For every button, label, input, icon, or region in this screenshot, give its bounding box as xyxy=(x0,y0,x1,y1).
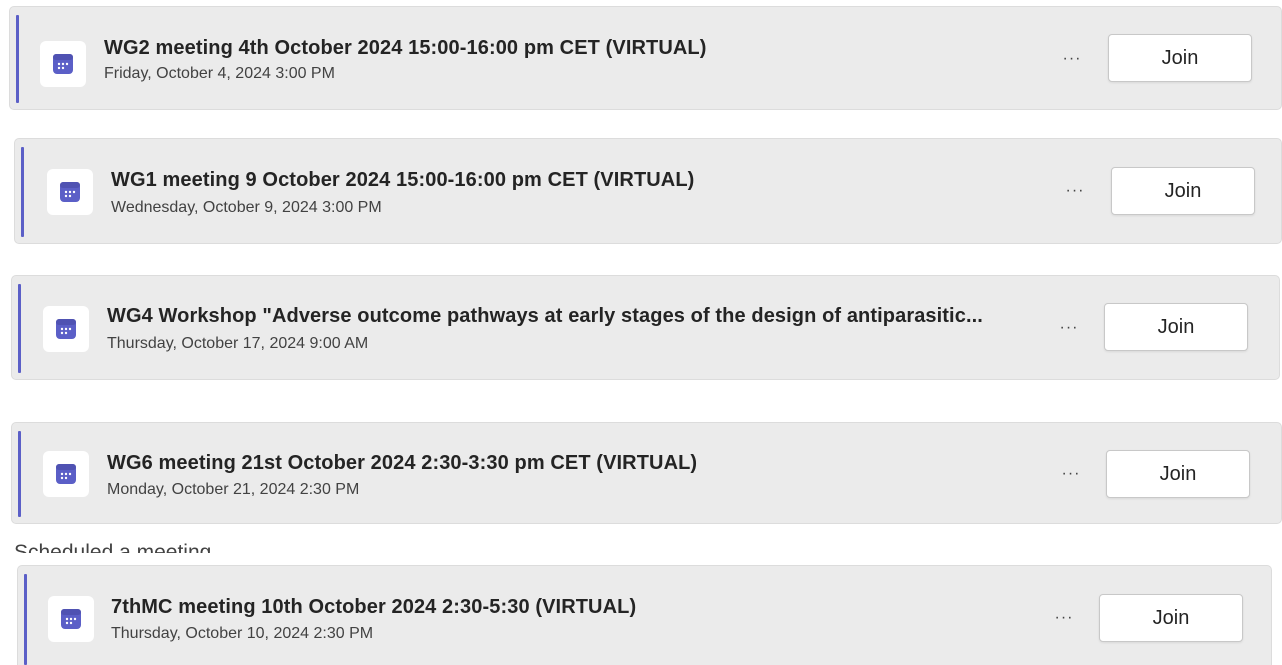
more-options-icon[interactable]: ··· xyxy=(1058,49,1086,69)
calendar-icon xyxy=(61,609,81,629)
calendar-icon-tile xyxy=(40,41,86,87)
meeting-accent-bar xyxy=(24,574,27,665)
system-message: Scheduled a meeting xyxy=(14,542,211,553)
meeting-accent-bar xyxy=(21,147,24,237)
join-button[interactable]: Join xyxy=(1111,167,1255,215)
more-options-icon[interactable]: ··· xyxy=(1057,464,1085,484)
meeting-datetime: Thursday, October 17, 2024 9:00 AM xyxy=(107,335,369,352)
meeting-card[interactable]: 7thMC meeting 10th October 2024 2:30-5:3… xyxy=(17,565,1272,665)
calendar-icon xyxy=(56,319,76,339)
more-options-icon[interactable]: ··· xyxy=(1050,608,1078,628)
calendar-icon-tile xyxy=(47,169,93,215)
meeting-accent-bar xyxy=(16,15,19,103)
more-options-icon[interactable]: ··· xyxy=(1055,318,1083,338)
calendar-icon-tile xyxy=(43,451,89,497)
join-button[interactable]: Join xyxy=(1104,303,1248,351)
join-button[interactable]: Join xyxy=(1099,594,1243,642)
meeting-title: WG1 meeting 9 October 2024 15:00-16:00 p… xyxy=(111,169,695,191)
calendar-icon xyxy=(60,182,80,202)
meeting-card[interactable]: WG1 meeting 9 October 2024 15:00-16:00 p… xyxy=(14,138,1282,244)
calendar-icon-tile xyxy=(43,306,89,352)
system-message-text: Scheduled a meeting xyxy=(14,542,211,553)
calendar-icon xyxy=(56,464,76,484)
more-options-icon[interactable]: ··· xyxy=(1061,181,1089,201)
meeting-title: WG2 meeting 4th October 2024 15:00-16:00… xyxy=(104,37,707,59)
meeting-accent-bar xyxy=(18,431,21,517)
meeting-title: WG6 meeting 21st October 2024 2:30-3:30 … xyxy=(107,452,698,474)
meeting-card[interactable]: WG6 meeting 21st October 2024 2:30-3:30 … xyxy=(11,422,1282,524)
meeting-accent-bar xyxy=(18,284,21,373)
meeting-datetime: Thursday, October 10, 2024 2:30 PM xyxy=(111,625,374,642)
calendar-icon xyxy=(53,54,73,74)
meeting-datetime: Friday, October 4, 2024 3:00 PM xyxy=(104,65,335,82)
join-button[interactable]: Join xyxy=(1108,34,1252,82)
meeting-card[interactable]: WG4 Workshop "Adverse outcome pathways a… xyxy=(11,275,1280,380)
calendar-icon-tile xyxy=(48,596,94,642)
meeting-title: 7thMC meeting 10th October 2024 2:30-5:3… xyxy=(111,596,637,618)
meeting-title: WG4 Workshop "Adverse outcome pathways a… xyxy=(107,305,983,327)
meeting-datetime: Monday, October 21, 2024 2:30 PM xyxy=(107,481,360,498)
join-button[interactable]: Join xyxy=(1106,450,1250,498)
meeting-datetime: Wednesday, October 9, 2024 3:00 PM xyxy=(111,199,382,216)
meeting-card[interactable]: WG2 meeting 4th October 2024 15:00-16:00… xyxy=(9,6,1282,110)
